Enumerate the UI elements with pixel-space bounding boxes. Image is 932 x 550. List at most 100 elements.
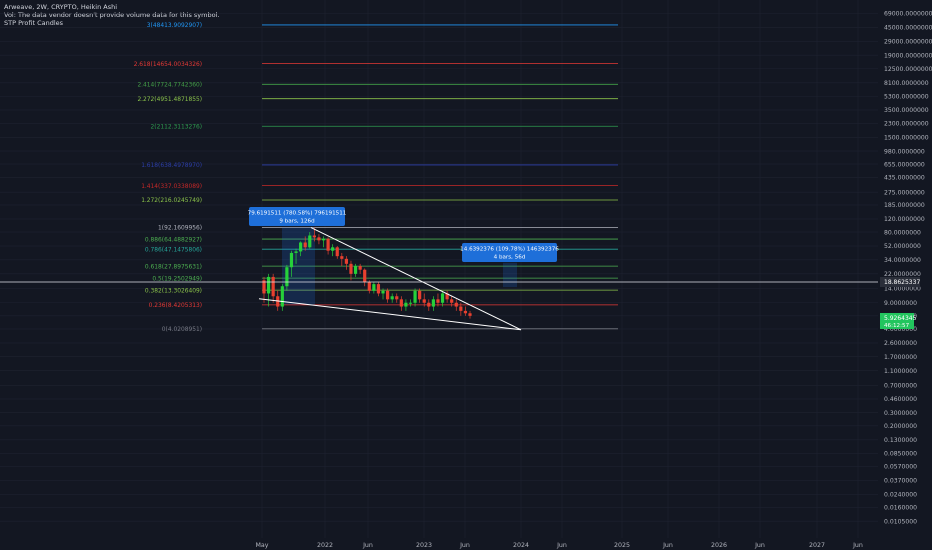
candle-body [317,237,321,241]
time-axis-label: May [255,542,268,549]
price-axis-label: 3500.0000000 [884,107,929,114]
measure-label-text: 14.6392376 (109.78%) 146392376 [460,247,559,253]
candle-body [363,269,367,283]
time-axis-label: 2025 [614,542,630,549]
time-axis-label: Jun [754,542,765,549]
price-axis-label: 0.0160000 [884,505,917,512]
candle-body [408,302,413,304]
candle-body [280,286,284,307]
candle-body [271,276,275,297]
candle-body [331,247,335,251]
candle-body [367,282,371,291]
price-axis-label: 8100.0000000 [884,80,929,87]
time-axis-label: Jun [556,542,567,549]
time-axis-label: 2022 [317,542,333,549]
fib-level-label: 0.5(19.2502949) [152,276,202,282]
candle-body [436,299,440,303]
fib-level-label: 2.618(14654.0034326) [134,62,202,68]
fib-level-label: 0.618(27.8975631) [145,264,202,270]
price-axis-label: 655.0000000 [884,161,925,168]
price-axis-label: 0.0105000 [884,518,917,525]
price-axis-label: 29000.0000000 [884,39,932,46]
price-axis-label: 120.0000000 [884,216,925,223]
time-axis-label: 2023 [416,542,432,549]
price-axis-label: 0.3000000 [884,410,917,417]
price-axis-label: 52.0000000 [884,243,921,250]
price-axis-label: 0.0240000 [884,492,917,499]
fib-level-label: 0(4.0208951) [162,327,202,333]
last-price-countdown: 46:12:57 [884,323,910,329]
candle-body [450,299,454,303]
fib-level-label: 3(48413.9092907) [147,23,202,29]
wedge-lower-trendline [258,298,522,331]
fib-level-label: 1.272(216.0245749) [141,198,202,204]
candle-body [395,296,399,300]
price-axis-label: 0.0850000 [884,451,917,458]
price-axis-label: 22.0000000 [884,271,921,278]
price-axis-label: 2.6000000 [884,340,917,347]
last-price-text: 5.9264345 [884,315,917,322]
fib-level-label: 0.236(8.4205313) [149,303,202,309]
crosshair-price-text: 18.8625337 [884,279,920,286]
candle-body [390,296,394,300]
candle-body [440,293,445,303]
fib-level-label: 1(92.1609956) [158,226,202,232]
time-axis-label: Jun [852,542,863,549]
candle-body [266,276,271,294]
price-axis-label: 9.0000000 [884,300,917,307]
time-axis-label: Jun [362,542,373,549]
candle-body [427,302,431,307]
fib-level-label: 0.382(13.3026409) [145,288,202,294]
candle-body [349,263,353,274]
candle-body [335,247,339,257]
measure-label-text: 9 bars, 126d [279,219,315,225]
price-axis-label: 185.0000000 [884,202,925,209]
candle-body [289,252,294,268]
candle-body [386,290,390,300]
candle-body [413,290,417,303]
price-axis-label: 80.0000000 [884,229,921,236]
price-axis-label: 19000.0000000 [884,52,932,59]
price-axis-label: 980.0000000 [884,148,925,155]
price-axis-label: 1.7000000 [884,354,917,361]
candle-body [418,290,422,300]
fib-level-label: 1.618(638.4978970) [141,163,202,169]
measure-label-text: 4 bars, 56d [494,255,526,261]
price-axis-label: 0.0370000 [884,478,917,485]
candle-body [353,266,358,274]
price-axis-label: 5300.0000000 [884,94,929,101]
price-axis-label: 45000.0000000 [884,25,932,32]
price-axis-label: 69000.0000000 [884,11,932,18]
price-axis-label: 12500.0000000 [884,66,932,73]
fib-level-label: 2.414(7724.7742360) [137,83,202,89]
candle-body [431,299,435,307]
price-axis-label: 435.0000000 [884,175,925,182]
price-axis-label: 0.0570000 [884,464,917,471]
candle-body [326,238,330,251]
candle-body [340,256,344,259]
measure-label-1: 79.6191511 (780.58%) 796191511 9 bars, 12… [248,207,347,226]
fib-level-label: 1.414(337.0338089) [141,184,202,190]
candle-body [459,306,463,311]
price-axis-label: 275.0000000 [884,189,925,196]
candle-body [303,242,307,248]
candle-body [299,242,303,252]
fib-level-label: 2.272(4951.4871855) [137,97,202,103]
fib-level-label: 0.886(64.4882927) [145,237,202,243]
fib-level-label: 0.786(47.1475806) [145,247,202,253]
price-axis-label: 0.2000000 [884,423,917,430]
candle-body [422,299,426,303]
price-axis-label: 0.7000000 [884,383,917,390]
candle-body [285,267,289,287]
price-axis-label: 0.1300000 [884,437,917,444]
measure-label-text: 79.6191511 (780.58%) 796191511 [248,211,347,217]
candle-body [344,258,348,264]
price-axis-label: 0.4600000 [884,396,917,403]
candle-body [454,302,458,307]
candle-body [308,235,312,248]
price-chart[interactable]: 69000.0000000 45000.0000000 29000.0000000 1… [0,0,932,550]
time-axis-label: 2026 [711,542,727,549]
candle-body [358,266,362,270]
price-axis-label: 34.0000000 [884,257,921,264]
time-axis-label: Jun [459,542,470,549]
